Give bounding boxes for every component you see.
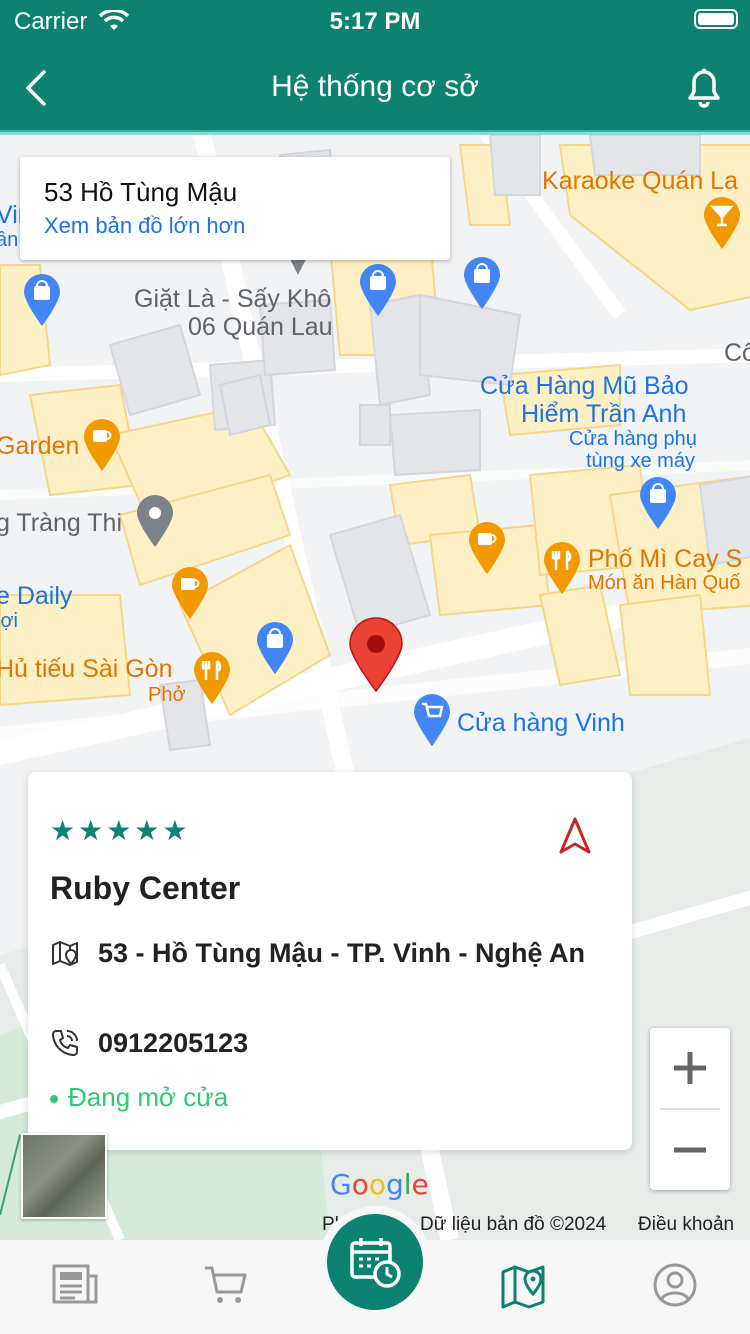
shopping-bag-pin-icon[interactable] bbox=[638, 475, 678, 531]
map-label: Hiểm Trần Anh bbox=[521, 400, 687, 428]
map-label: Karaoke Quán La bbox=[542, 167, 738, 195]
google-logo: Google bbox=[330, 1168, 429, 1201]
coffee-pin-icon[interactable] bbox=[467, 520, 507, 576]
restaurant-pin-icon[interactable] bbox=[542, 540, 582, 596]
map-label: Phở bbox=[148, 684, 186, 706]
map-info-address: 53 Hồ Tùng Mậu bbox=[44, 177, 238, 207]
booking-button[interactable] bbox=[327, 1214, 423, 1310]
newspaper-icon[interactable] bbox=[45, 1258, 105, 1312]
map-label: Giặt Là - Sấy Khô bbox=[134, 285, 332, 313]
cart-icon[interactable] bbox=[195, 1258, 255, 1312]
navigation-arrow-icon[interactable] bbox=[558, 816, 592, 856]
calendar-clock-icon bbox=[350, 1238, 401, 1288]
map-label: 06 Quán Lau bbox=[188, 313, 333, 341]
map-label: lợi bbox=[0, 610, 19, 632]
user-icon[interactable] bbox=[645, 1258, 705, 1312]
shopping-bag-pin-icon[interactable] bbox=[255, 620, 295, 676]
shopping-bag-pin-icon[interactable] bbox=[22, 272, 62, 328]
phone-row[interactable]: 0912205123 bbox=[50, 1028, 630, 1062]
open-status-text: Đang mở cửa bbox=[68, 1082, 229, 1112]
zoom-in-button[interactable] bbox=[650, 1028, 730, 1108]
rating-stars: ★★★★★ bbox=[50, 815, 191, 846]
zoom-controls bbox=[650, 1028, 730, 1190]
map-pin-icon[interactable] bbox=[495, 1258, 555, 1312]
view-larger-map-link[interactable]: Xem bản đồ lớn hơn bbox=[44, 213, 245, 239]
shopping-bag-pin-icon[interactable] bbox=[358, 262, 398, 318]
coffee-pin-icon[interactable] bbox=[170, 565, 210, 621]
cocktail-pin-icon[interactable] bbox=[702, 195, 742, 251]
coffee-pin-icon[interactable] bbox=[82, 417, 122, 473]
attribution-map-data[interactable]: Dữ liệu bản đồ ©2024 bbox=[420, 1214, 606, 1236]
cart-pin-icon[interactable] bbox=[412, 692, 452, 748]
map-label: Món ăn Hàn Quố bbox=[588, 572, 741, 594]
map-label: tùng xe máy bbox=[586, 450, 695, 472]
center-phone[interactable]: 0912205123 bbox=[98, 1028, 248, 1059]
status-dot bbox=[50, 1095, 58, 1104]
center-name: Ruby Center bbox=[50, 870, 241, 906]
satellite-view-toggle[interactable] bbox=[21, 1133, 107, 1219]
open-status: Đang mở cửa bbox=[50, 1082, 228, 1113]
status-bar: Carrier 5:17 PM bbox=[0, 0, 750, 42]
address-row: 53 - Hồ Tùng Mậu - TP. Vinh - Nghệ An bbox=[50, 938, 630, 972]
center-address: 53 - Hồ Tùng Mậu - TP. Vinh - Nghệ An bbox=[98, 938, 586, 968]
page-title: Hệ thống cơ sở bbox=[271, 70, 479, 103]
map-label: ần bbox=[0, 229, 19, 251]
map-label: Garden bbox=[0, 432, 80, 460]
battery-icon bbox=[694, 9, 738, 29]
restaurant-pin-icon[interactable] bbox=[192, 650, 232, 706]
selected-location-pin-icon[interactable] bbox=[348, 617, 404, 693]
map-label: Cửa Hàng Mũ Bảo bbox=[480, 372, 689, 400]
map-address-icon bbox=[52, 941, 78, 966]
status-time: 5:17 PM bbox=[329, 8, 421, 35]
shopping-bag-pin-icon[interactable] bbox=[462, 255, 502, 311]
map-label: Hủ tiếu Sài Gòn bbox=[0, 655, 173, 683]
center-detail-card[interactable]: ★★★★★ Ruby Center 53 - Hồ Tùng Mậu - TP.… bbox=[28, 772, 632, 1150]
attribution-terms[interactable]: Điều khoản bbox=[638, 1214, 734, 1236]
bell-icon[interactable] bbox=[682, 64, 726, 110]
map-label: Phố Mì Cay S bbox=[588, 545, 743, 573]
zoom-out-button[interactable] bbox=[650, 1110, 730, 1190]
phone-icon bbox=[52, 1030, 78, 1056]
map-label: g Tràng Thi bbox=[0, 509, 123, 537]
map-label: Cô bbox=[724, 339, 750, 367]
place-pin-icon[interactable] bbox=[135, 493, 175, 549]
map-info-card: 53 Hồ Tùng Mậu Xem bản đồ lớn hơn bbox=[20, 157, 450, 260]
map-label: Cửa hàng Vinh bbox=[457, 709, 625, 737]
map-label: Cửa hàng phụ bbox=[569, 428, 697, 450]
map-label: e Daily bbox=[0, 582, 73, 610]
header-bar: Hệ thống cơ sở bbox=[0, 42, 750, 132]
